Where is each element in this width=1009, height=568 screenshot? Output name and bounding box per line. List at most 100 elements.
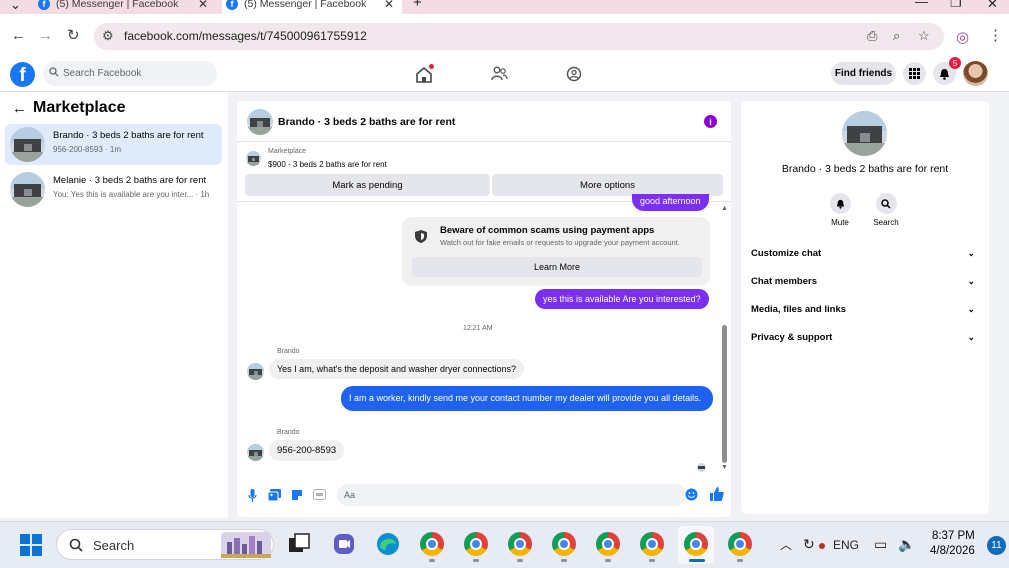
back-icon[interactable]: ←: [11, 27, 26, 45]
friends-icon[interactable]: [491, 66, 508, 81]
scrollbar-thumb[interactable]: [722, 325, 727, 463]
mark-as-pending-button[interactable]: Mark as pending: [245, 174, 490, 196]
listing-thumbnail: [10, 127, 45, 162]
zoom-icon[interactable]: ⌕: [893, 28, 900, 44]
search-icon: [49, 67, 59, 77]
bell-icon: [940, 68, 949, 80]
mute-label: Mute: [831, 218, 849, 227]
sidebar-header: ← Marketplace: [12, 99, 126, 117]
customize-chat-section[interactable]: Customize chat ⌄: [751, 248, 979, 259]
running-indicator: [429, 559, 435, 562]
sender-avatar: [247, 363, 264, 380]
windows-start-icon[interactable]: [20, 534, 42, 556]
back-arrow-icon[interactable]: ←: [12, 100, 27, 117]
find-friends-button[interactable]: Find friends: [831, 62, 896, 85]
chat-listing-avatar[interactable]: [247, 109, 273, 135]
media-files-links-section[interactable]: Media, files and links ⌄: [751, 304, 979, 315]
taskbar-search-box[interactable]: Search: [56, 529, 274, 560]
conversation-item-brando[interactable]: Brando · 3 beds 2 baths are for rent 956…: [5, 124, 222, 165]
teams-chat-icon[interactable]: [332, 532, 356, 556]
chevron-down-icon: ⌄: [967, 276, 975, 286]
tab-messenger-1[interactable]: f (5) Messenger | Facebook ✕: [38, 0, 214, 14]
site-settings-icon[interactable]: ⚙: [102, 28, 114, 44]
info-icon[interactable]: i: [704, 115, 717, 128]
groups-icon[interactable]: [566, 66, 582, 82]
chrome-profile-icon[interactable]: [552, 532, 576, 556]
edge-icon[interactable]: [376, 532, 400, 556]
conversation-item-melanie[interactable]: Melanie · 3 beds 2 baths are for rent Yo…: [5, 169, 222, 210]
task-view-icon[interactable]: [287, 532, 311, 556]
restore-window-icon[interactable]: ❐: [950, 0, 962, 11]
scam-warning-card: Beware of common scams using payment app…: [402, 217, 710, 286]
address-bar[interactable]: ⚙ facebook.com/messages/t/74500096175591…: [94, 23, 944, 50]
close-window-icon[interactable]: ✕: [987, 0, 998, 12]
tab-messenger-2[interactable]: f (5) Messenger | Facebook ✕: [222, 0, 402, 14]
chrome-profile-icon[interactable]: [640, 532, 664, 556]
install-app-icon[interactable]: ⎙: [867, 28, 877, 44]
close-tab-icon[interactable]: ✕: [384, 0, 394, 11]
microphone-icon[interactable]: [248, 489, 257, 502]
facebook-favicon-icon: f: [38, 0, 50, 10]
more-options-button[interactable]: More options: [492, 174, 723, 196]
read-receipt-avatar: [697, 463, 706, 472]
chrome-profile-icon[interactable]: [508, 532, 532, 556]
taskbar-clock[interactable]: 8:37 PM 4/8/2026: [930, 529, 975, 559]
new-tab-icon[interactable]: +: [413, 0, 422, 11]
message-bubble-incoming: Yes I am, what's the deposit and washer …: [269, 359, 525, 379]
emoji-icon[interactable]: [685, 488, 698, 501]
chrome-active-icon[interactable]: [684, 532, 708, 556]
gif-icon[interactable]: [313, 489, 326, 500]
sync-icon[interactable]: ↻: [803, 536, 815, 553]
conversation-sidebar: ← Marketplace Brando · 3 beds 2 baths ar…: [0, 92, 228, 518]
facebook-logo[interactable]: f: [10, 62, 35, 87]
conversation-preview: 956-200-8593 · 1m: [53, 145, 122, 154]
mute-button[interactable]: Mute: [820, 193, 860, 227]
taskbar-search-label: Search: [93, 538, 135, 553]
chrome-profile-icon[interactable]: [728, 532, 752, 556]
close-tab-icon[interactable]: ✕: [198, 0, 208, 11]
notification-badge: 5: [949, 57, 961, 69]
minimize-window-icon[interactable]: —: [915, 0, 928, 9]
listing-image[interactable]: [842, 111, 887, 156]
chrome-profile-icon[interactable]: [596, 532, 620, 556]
network-icon[interactable]: ▭: [874, 536, 887, 553]
thumbs-up-icon[interactable]: [710, 487, 724, 501]
section-label: Chat members: [751, 276, 817, 287]
reload-icon[interactable]: ↻: [67, 27, 80, 45]
browser-profile-icon[interactable]: ◎: [956, 28, 969, 46]
privacy-support-section[interactable]: Privacy & support ⌄: [751, 332, 979, 343]
message-input[interactable]: Aa: [337, 484, 698, 506]
bookmark-star-icon[interactable]: ☆: [918, 28, 930, 44]
photo-icon[interactable]: [268, 489, 281, 501]
browser-menu-icon[interactable]: ⋮: [988, 27, 1003, 45]
chrome-icon[interactable]: [420, 532, 444, 556]
message-bubble-outgoing: I am a worker, kindly send me your conta…: [341, 386, 713, 411]
tab-search-icon[interactable]: ⌄: [10, 0, 21, 13]
clock-date: 4/8/2026: [930, 545, 975, 557]
account-avatar[interactable]: [963, 61, 988, 86]
marketplace-label: Marketplace: [268, 148, 307, 155]
conversation-preview: You: Yes this is available are you inter…: [53, 190, 210, 199]
url-text[interactable]: facebook.com/messages/t/745000961755912: [124, 29, 367, 43]
forward-icon[interactable]: →: [38, 27, 53, 45]
listing-price[interactable]: $900 - 3 beds 2 baths are for rent: [268, 160, 387, 169]
language-indicator[interactable]: ENG: [833, 538, 859, 552]
sticker-icon[interactable]: [291, 489, 303, 501]
chat-members-section[interactable]: Chat members ⌄: [751, 276, 979, 287]
search-icon: [881, 198, 891, 209]
scroll-down-icon[interactable]: ▼: [721, 464, 728, 471]
scroll-up-icon[interactable]: ▲: [721, 205, 728, 212]
learn-more-button[interactable]: Learn More: [412, 257, 702, 277]
search-label: Search: [873, 218, 899, 227]
chat-title[interactable]: Brando · 3 beds 2 baths are for rent: [278, 116, 455, 128]
search-in-conversation-button[interactable]: Search: [866, 193, 906, 227]
message-scrollbar[interactable]: ▲ ▼: [720, 205, 730, 475]
facebook-search-input[interactable]: Search Facebook: [43, 61, 217, 86]
menu-button[interactable]: [903, 62, 926, 85]
active-indicator: [689, 559, 705, 562]
show-hidden-icons-icon[interactable]: ︿: [780, 536, 792, 553]
chrome-profile-icon[interactable]: [464, 532, 488, 556]
volume-icon[interactable]: 🔈: [898, 536, 915, 553]
shield-icon: [415, 230, 427, 243]
notification-center-badge[interactable]: 11: [987, 536, 1006, 555]
